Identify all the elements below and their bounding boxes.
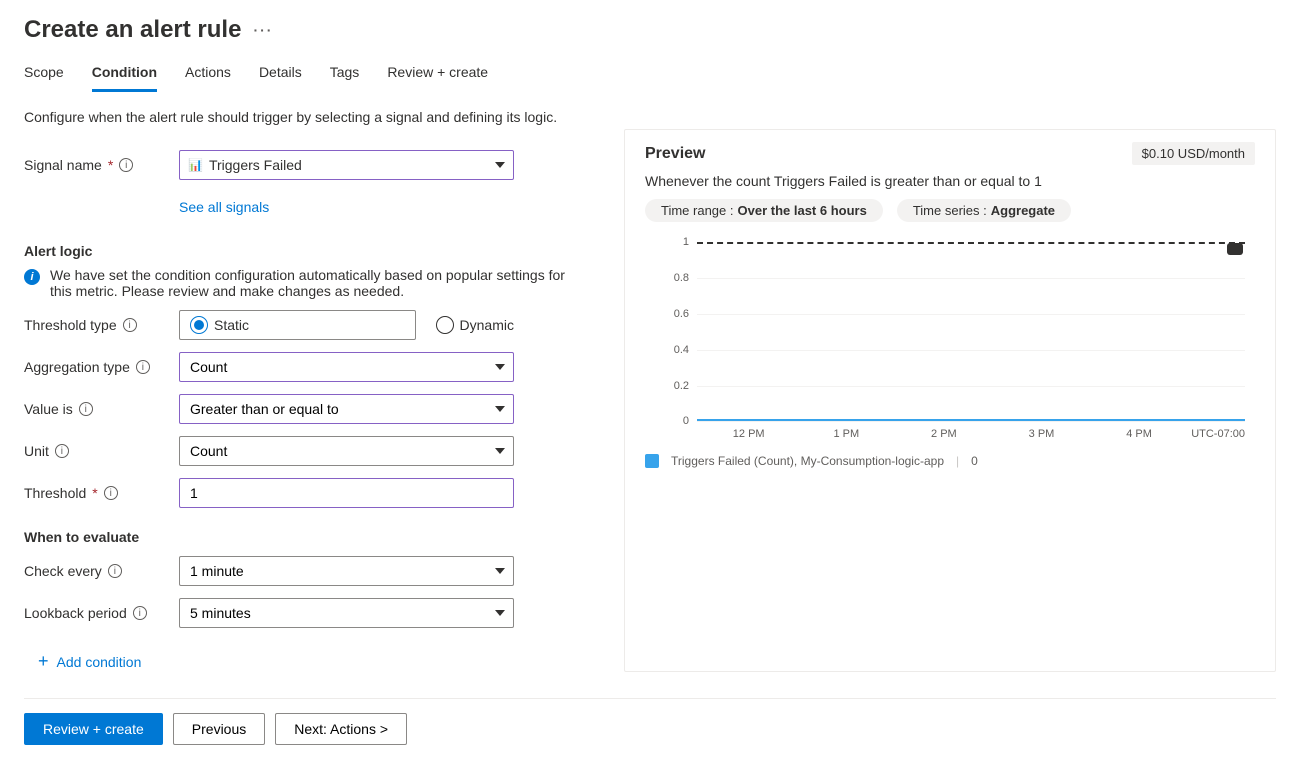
series-line — [697, 419, 1245, 421]
aggregation-type-label: Aggregation type — [24, 359, 130, 375]
review-create-button[interactable]: Review + create — [24, 713, 163, 745]
unit-select[interactable] — [179, 436, 514, 466]
preview-chart: 1 0.8 0.6 0.4 0.2 0 12 PM 1 PM 2 PM 3 PM… — [645, 236, 1255, 446]
threshold-input[interactable] — [179, 478, 514, 508]
signal-name-label: Signal name — [24, 157, 102, 173]
check-every-select[interactable] — [179, 556, 514, 586]
alert-logic-heading: Alert logic — [24, 243, 584, 259]
metric-icon: 📊 — [188, 158, 203, 172]
threshold-handle[interactable] — [1227, 243, 1243, 255]
tab-condition[interactable]: Condition — [92, 58, 157, 90]
legend-series-label: Triggers Failed (Count), My-Consumption-… — [671, 454, 944, 468]
lookback-label: Lookback period — [24, 605, 127, 621]
next-button[interactable]: Next: Actions > — [275, 713, 407, 745]
tabs: Scope Condition Actions Details Tags Rev… — [24, 58, 1276, 91]
info-icon[interactable]: i — [104, 486, 118, 500]
tab-details[interactable]: Details — [259, 58, 302, 90]
lookback-select[interactable] — [179, 598, 514, 628]
see-all-signals-link[interactable]: See all signals — [179, 199, 269, 215]
radio-static[interactable]: Static — [179, 310, 416, 340]
time-range-pill[interactable]: Time range :Over the last 6 hours — [645, 199, 883, 222]
info-banner-text: We have set the condition configuration … — [50, 267, 584, 299]
radio-dynamic[interactable]: Dynamic — [436, 316, 514, 334]
preview-title: Preview — [645, 145, 705, 163]
timezone-label: UTC-07:00 — [1191, 428, 1245, 440]
previous-button[interactable]: Previous — [173, 713, 265, 745]
info-icon: i — [24, 269, 40, 285]
cost-badge: $0.10 USD/month — [1132, 142, 1255, 165]
value-is-label: Value is — [24, 401, 73, 417]
time-series-pill[interactable]: Time series :Aggregate — [897, 199, 1071, 222]
required-indicator: * — [108, 157, 113, 173]
legend-swatch — [645, 454, 659, 468]
info-icon[interactable]: i — [123, 318, 137, 332]
legend-value: 0 — [971, 454, 978, 468]
condition-summary: Whenever the count Triggers Failed is gr… — [645, 173, 1255, 189]
tab-scope[interactable]: Scope — [24, 58, 64, 90]
value-is-select[interactable] — [179, 394, 514, 424]
info-icon[interactable]: i — [119, 158, 133, 172]
info-icon[interactable]: i — [55, 444, 69, 458]
add-condition-button[interactable]: + Add condition — [38, 651, 584, 672]
unit-label: Unit — [24, 443, 49, 459]
check-every-label: Check every — [24, 563, 102, 579]
tab-review[interactable]: Review + create — [387, 58, 488, 90]
info-icon[interactable]: i — [133, 606, 147, 620]
signal-name-select[interactable]: 📊 Triggers Failed — [179, 150, 514, 180]
info-icon[interactable]: i — [79, 402, 93, 416]
threshold-line — [697, 242, 1245, 244]
preview-panel: Preview $0.10 USD/month Whenever the cou… — [624, 129, 1276, 672]
page-title: Create an alert rule — [24, 16, 241, 44]
info-icon[interactable]: i — [108, 564, 122, 578]
signal-name-value: Triggers Failed — [209, 157, 302, 173]
tab-tags[interactable]: Tags — [330, 58, 360, 90]
tab-actions[interactable]: Actions — [185, 58, 231, 90]
more-actions-icon[interactable]: ··· — [253, 22, 273, 38]
info-icon[interactable]: i — [136, 360, 150, 374]
when-evaluate-heading: When to evaluate — [24, 529, 584, 545]
threshold-label: Threshold — [24, 485, 86, 501]
plus-icon: + — [38, 651, 49, 672]
aggregation-type-select[interactable] — [179, 352, 514, 382]
required-indicator: * — [92, 485, 97, 501]
threshold-type-label: Threshold type — [24, 317, 117, 333]
subhead-text: Configure when the alert rule should tri… — [24, 109, 1276, 125]
